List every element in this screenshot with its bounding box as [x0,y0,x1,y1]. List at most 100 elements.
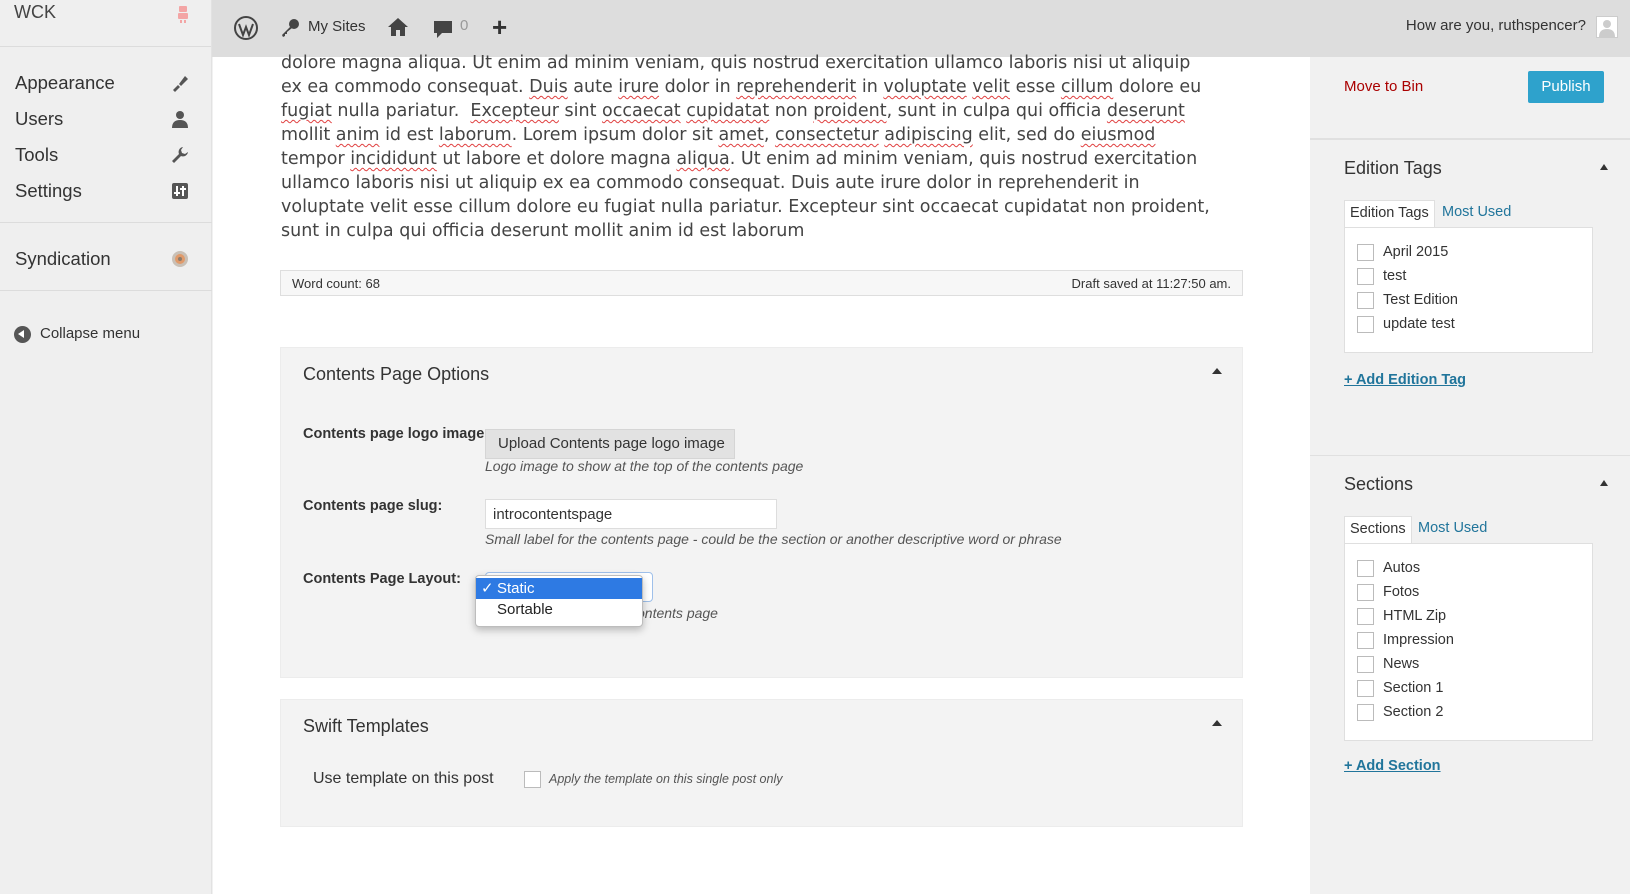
use-template-label: Use template on this post [313,770,494,787]
avatar-placeholder-icon [1599,20,1615,37]
layout-option-static[interactable]: ✓ Static [476,578,642,599]
comments-icon[interactable] [432,18,454,40]
option-label: Static [497,580,535,597]
tab-most-used[interactable]: Most Used [1418,520,1487,536]
user-icon [172,111,188,128]
layout-description: ontents page [637,605,718,621]
post-content-editor[interactable]: dolore magna aliqua. Ut enim ad minim ve… [281,51,1211,243]
use-template-checkbox[interactable] [524,771,541,788]
add-new-icon[interactable]: + [492,14,507,40]
postbox-title: Swift Templates [303,716,429,736]
add-edition-tag-link[interactable]: + Add Edition Tag [1344,372,1466,388]
layout-label: Contents Page Layout: [303,571,461,587]
sections-box: Sections Sections Most Used Autos Fotos … [1310,455,1630,894]
list-item-label: News [1383,656,1420,672]
contents-page-options-box: Contents Page Options Contents page logo… [280,347,1243,678]
user-greeting[interactable]: How are you, ruthspencer? [1406,17,1586,34]
collapse-arrow-icon [14,326,31,343]
sidebar-item-label: Users [15,108,64,129]
list-item-label: HTML Zip [1383,608,1447,624]
tab-most-used[interactable]: Most Used [1442,204,1511,220]
slug-input[interactable] [485,499,777,529]
word-count: Word count: 68 [292,276,380,291]
syndication-icon [172,251,188,267]
collapse-arrow-icon[interactable] [1212,368,1222,374]
edition-tags-box: Edition Tags Edition Tags Most Used Apri… [1310,139,1630,449]
checkbox[interactable] [1357,584,1374,601]
collapse-arrow-icon[interactable] [1600,480,1608,486]
sidebar-divider [0,290,212,291]
sidebar-divider [0,222,212,223]
paintbrush-icon [173,76,188,92]
list-item-label: test [1383,268,1407,284]
post-editor-main: dolore magna aliqua. Ut enim ad minim ve… [213,53,1310,894]
slug-label: Contents page slug: [303,498,443,514]
checkbox[interactable] [1357,680,1374,697]
layout-option-sortable[interactable]: Sortable [476,599,642,620]
sidebar-item-label: WCK [14,2,56,22]
checkmark-icon: ✓ [481,580,494,597]
layout-dropdown-menu: ✓ Static Sortable [475,575,643,627]
list-item-label: Impression [1383,632,1454,648]
settings-icon [172,183,188,199]
my-sites-label: My Sites [308,18,366,35]
checkbox[interactable] [1357,244,1374,261]
collapse-menu-label: Collapse menu [40,325,141,342]
list-item-label: April 2015 [1383,244,1449,260]
list-item-label: update test [1383,316,1455,332]
comment-count: 0 [460,17,469,34]
sidebar-item-wck[interactable]: WCK [0,0,211,47]
wrench-icon [172,147,188,163]
avatar[interactable] [1596,16,1618,38]
add-section-link[interactable]: + Add Section [1344,758,1441,774]
checkbox[interactable] [1357,656,1374,673]
list-item-label: Autos [1383,560,1421,576]
use-template-description: Apply the template on this single post o… [549,772,783,786]
sidebar-item-label: Settings [15,180,82,201]
move-to-bin-link[interactable]: Move to Bin [1344,78,1423,95]
upload-logo-button[interactable]: Upload Contents page logo image [485,429,735,459]
collapse-arrow-icon[interactable] [1600,164,1608,170]
post-sidebar: Move to Bin Publish Edition Tags Edition… [1310,57,1630,894]
checkbox[interactable] [1357,608,1374,625]
box-title: Sections [1344,474,1414,494]
sidebar-item-users[interactable]: Users [0,104,212,136]
checkbox[interactable] [1357,268,1374,285]
tab-sections[interactable]: Sections [1344,516,1412,544]
list-item-label: Fotos [1383,584,1420,600]
list-item-label: Section 1 [1383,680,1444,696]
slug-description: Small label for the contents page - coul… [485,531,1062,547]
sections-list: Autos Fotos HTML Zip Impression News Sec… [1344,543,1593,741]
sidebar-item-appearance[interactable]: Appearance [0,68,212,100]
checkbox[interactable] [1357,632,1374,649]
edition-tags-list: April 2015 test Test Edition update test [1344,227,1593,353]
logo-image-label: Contents page logo image: [303,426,490,442]
tab-edition-tags[interactable]: Edition Tags [1344,200,1435,228]
collapse-arrow-icon[interactable] [1212,720,1222,726]
sidebar-item-label: Syndication [15,248,111,269]
publish-button[interactable]: Publish [1528,71,1604,103]
robot-icon [178,6,188,23]
checkbox[interactable] [1357,316,1374,333]
swift-templates-box: Swift Templates Use template on this pos… [280,699,1243,827]
admin-sidebar: WCK Appearance Users Tools Settings Synd… [0,0,212,894]
checkbox[interactable] [1357,292,1374,309]
sidebar-item-settings[interactable]: Settings [0,176,212,208]
logo-image-description: Logo image to show at the top of the con… [485,458,804,474]
admin-bar: My Sites 0 + How are you, ruthspencer? [212,0,1630,57]
sidebar-item-syndication[interactable]: Syndication [0,244,212,276]
key-icon [282,19,299,37]
wordpress-logo-icon[interactable] [234,16,258,40]
list-item-label: Test Edition [1383,292,1458,308]
checkbox[interactable] [1357,560,1374,577]
draft-saved-status: Draft saved at 11:27:50 am. [1071,276,1231,291]
sidebar-item-label: Tools [15,144,59,165]
publish-box: Move to Bin Publish [1310,57,1630,139]
list-item-label: Section 2 [1383,704,1444,720]
home-icon[interactable] [387,17,409,37]
sidebar-item-tools[interactable]: Tools [0,140,212,172]
sidebar-item-label: Appearance [15,72,115,93]
editor-status-bar: Word count: 68 Draft saved at 11:27:50 a… [280,270,1243,296]
postbox-title: Contents Page Options [303,364,490,384]
checkbox[interactable] [1357,704,1374,721]
